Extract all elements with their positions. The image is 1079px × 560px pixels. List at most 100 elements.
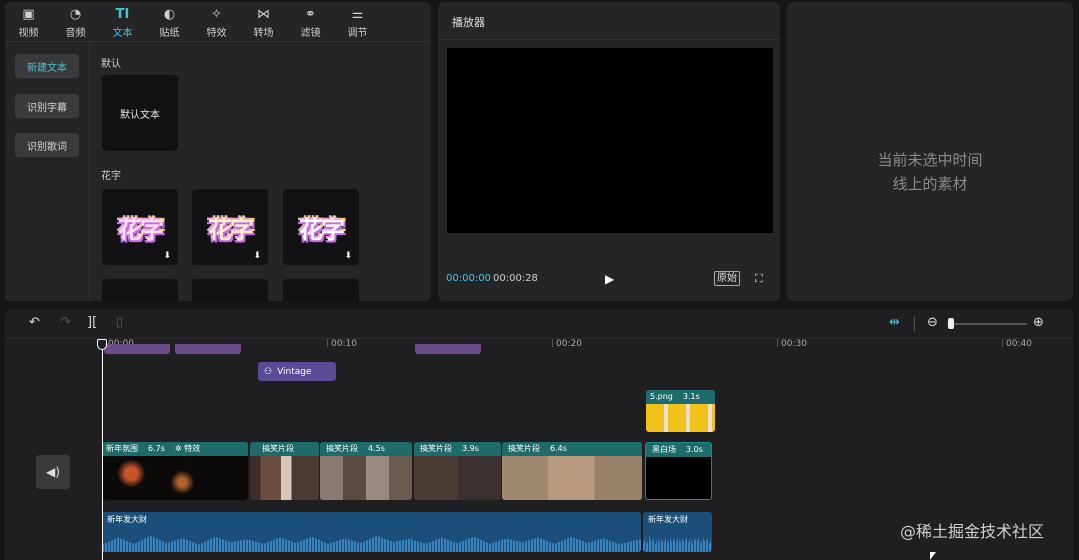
total-time: 00:00:28 (493, 273, 538, 284)
tab-label: 特效 (206, 28, 227, 39)
media-library-panel: ▣ 视频 ◔ 音频 TI 文本 ◐ 贴纸 ✧ 特效 ⋈ 转场 ⚭ 滤镜 ⚌ 调节 新建文本 识别… (5, 2, 431, 301)
preview-screen[interactable] (447, 48, 773, 233)
download-icon[interactable]: ⬇ (163, 251, 171, 261)
recognize-subtitle-button[interactable]: 识别字幕 (15, 94, 79, 118)
clip-name: 搞笑片段 (508, 444, 540, 453)
ruler-tick (1002, 339, 1003, 347)
player-title: 播放器 (452, 16, 485, 29)
adjust-icon: ⚌ (351, 7, 364, 22)
image-clip[interactable]: 5.png 3.1s (646, 390, 715, 432)
video-clip[interactable]: 搞笑片段 3.9s (414, 442, 501, 500)
recognize-lyrics-button[interactable]: 识别歌词 (15, 133, 79, 157)
play-icon[interactable]: ▶ (605, 272, 614, 286)
clip-thumbnails (414, 456, 501, 500)
clip-thumbnails (646, 404, 715, 432)
tab-adjust[interactable]: ⚌ 调节 (334, 2, 381, 42)
no-selection-message: 当前未选中时间 线上的素材 (787, 148, 1073, 196)
default-section-label: 默认 (101, 59, 121, 70)
clip-duration: 6.4s (550, 444, 567, 453)
huazi-section-label: 花字 (101, 171, 121, 182)
clip-header: 黑白场 3.0s (646, 443, 711, 457)
clip-header: 搞笑片段 (250, 442, 319, 456)
volume-icon: ◀) (46, 465, 60, 479)
video-clip[interactable]: 新年氛围 6.7s ✲ 特效 (102, 442, 248, 500)
zoom-in-icon[interactable]: ⊕ (1033, 315, 1044, 330)
clip-thumbnails (320, 456, 412, 500)
playhead-handle[interactable] (97, 339, 107, 350)
clip-name: 新年氛围 (106, 444, 138, 453)
delete-icon[interactable]: ▯ (116, 315, 123, 330)
video-clip[interactable]: 搞笑片段 4.5s (320, 442, 412, 500)
video-clip[interactable]: 搞笑片段 6.4s (502, 442, 642, 500)
redo-icon[interactable]: ↷ (60, 315, 71, 330)
audio-clip-name: 新年发大财 (648, 515, 688, 524)
audio-waveform (643, 535, 712, 552)
zoom-slider[interactable] (947, 323, 1027, 325)
watermark: @稀土掘金技术社区 (900, 522, 1045, 541)
huazi-card[interactable] (283, 279, 359, 301)
playhead[interactable] (102, 339, 103, 560)
clip-header: 搞笑片段 4.5s (320, 442, 412, 456)
no-selection-line2: 线上的素材 (892, 175, 968, 193)
tab-label: 转场 (253, 28, 274, 39)
effect-clip[interactable]: ⚇ Vintage (258, 362, 336, 381)
tab-sticker[interactable]: ◐ 贴纸 (146, 2, 193, 42)
huazi-card[interactable]: 花字 ⬇ (283, 189, 359, 265)
clip-duration: 3.0s (686, 445, 703, 454)
clip-thumbnails (250, 456, 319, 500)
undo-icon[interactable]: ↶ (29, 315, 40, 330)
ruler-tick (552, 339, 553, 347)
clip-header: 搞笑片段 6.4s (502, 442, 642, 456)
tab-transition[interactable]: ⋈ 转场 (240, 2, 287, 42)
huazi-card[interactable]: 花字 ⬇ (192, 189, 268, 265)
text-clip[interactable] (415, 344, 481, 354)
clip-thumbnails (502, 456, 642, 500)
default-text-card[interactable]: 默认文本 (102, 75, 178, 151)
ruler-label: 00:10 (331, 339, 357, 349)
huazi-preview: 花字 (118, 215, 164, 244)
no-selection-line1: 当前未选中时间 (877, 151, 983, 169)
snap-icon[interactable]: ⇹ (889, 315, 900, 330)
download-icon[interactable]: ⬇ (253, 251, 261, 261)
current-time: 00:00:00 (446, 273, 491, 284)
new-text-button[interactable]: 新建文本 (15, 54, 79, 78)
zoom-slider-handle[interactable] (948, 318, 954, 329)
tab-label: 音频 (65, 28, 86, 39)
default-text-label: 默认文本 (120, 109, 160, 121)
huazi-card[interactable] (102, 279, 178, 301)
filter-icon: ⚭ (305, 7, 316, 22)
huazi-card[interactable]: 花字 ⬇ (102, 189, 178, 265)
huazi-card[interactable] (192, 279, 268, 301)
ruler-tick (777, 339, 778, 347)
tab-video[interactable]: ▣ 视频 (5, 2, 52, 42)
transition-icon: ⋈ (257, 7, 270, 22)
fullscreen-icon[interactable]: ⛶ (755, 272, 763, 286)
aspect-ratio-button[interactable]: 原始 (714, 271, 740, 286)
tab-label: 文本 (112, 28, 133, 39)
tab-effects[interactable]: ✧ 特效 (193, 2, 240, 42)
audio-waveform (102, 535, 641, 552)
clip-name: 黑白场 (652, 445, 676, 454)
split-icon[interactable]: ][ (87, 315, 97, 330)
zoom-out-icon[interactable]: ⊖ (927, 315, 938, 330)
clip-thumbnails (646, 457, 711, 499)
text-clip[interactable] (104, 344, 170, 354)
clip-duration: 4.5s (368, 444, 385, 453)
download-icon[interactable]: ⬇ (344, 251, 352, 261)
ruler-label: 00:20 (556, 339, 582, 349)
audio-clip[interactable]: 新年发大财 (643, 512, 712, 552)
clip-header: 搞笑片段 3.9s (414, 442, 501, 456)
video-clip[interactable]: 黑白场 3.0s (645, 442, 712, 500)
audio-clip[interactable]: 新年发大财 (102, 512, 641, 552)
tab-text[interactable]: TI 文本 (99, 2, 146, 42)
mute-track-button[interactable]: ◀) (36, 455, 70, 489)
huazi-preview: 花字 (299, 215, 345, 244)
video-clip[interactable]: 搞笑片段 (250, 442, 319, 500)
video-icon: ▣ (22, 7, 35, 22)
audio-icon: ◔ (69, 7, 82, 22)
tab-filter[interactable]: ⚭ 滤镜 (287, 2, 334, 42)
sticker-icon: ◐ (163, 7, 176, 22)
tab-audio[interactable]: ◔ 音频 (52, 2, 99, 42)
effect-clip-label: Vintage (277, 366, 312, 377)
text-clip[interactable] (175, 344, 241, 354)
